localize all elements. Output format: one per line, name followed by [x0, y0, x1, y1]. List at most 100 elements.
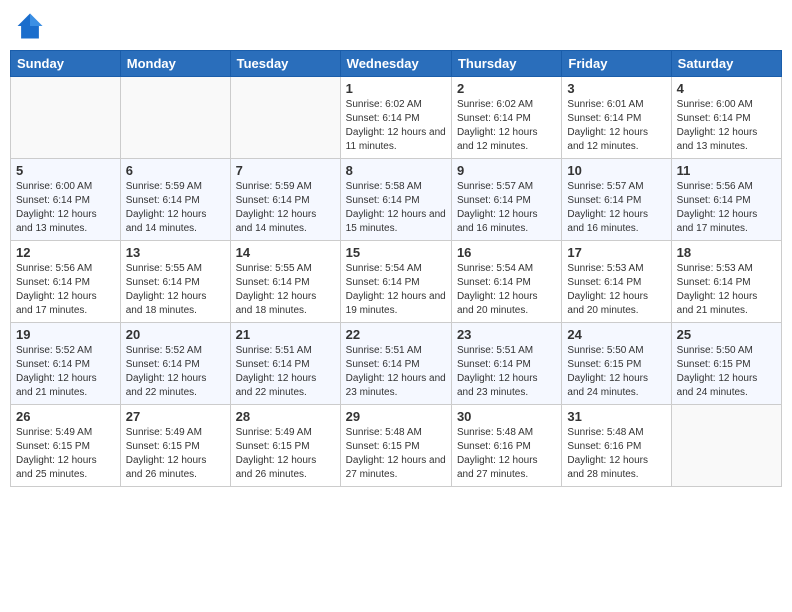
calendar-cell: 13 Sunrise: 5:55 AM Sunset: 6:14 PM Dayli…: [120, 241, 230, 323]
calendar-cell: 9 Sunrise: 5:57 AM Sunset: 6:14 PM Daylig…: [451, 159, 561, 241]
day-number: 7: [236, 163, 335, 178]
calendar-cell: 27Sunrise: 5:49 AM Sunset: 6:15 PM Dayli…: [120, 405, 230, 487]
calendar-cell: 28 Sunrise: 5:49 AM Sunset: 6:15 PM Dayli…: [230, 405, 340, 487]
calendar-week-3: 12 Sunrise: 5:56 AM Sunset: 6:14 PM Dayli…: [11, 241, 782, 323]
calendar-week-2: 5 Sunrise: 6:00 AM Sunset: 6:14 PM Daylig…: [11, 159, 782, 241]
day-info: Sunrise: 5:48 AM Sunset: 6:16 PM Dayligh…: [457, 426, 556, 482]
day-info: Sunrise: 5:50 AM Sunset: 6:15 PM Dayligh…: [567, 344, 665, 400]
day-info: Sunrise: 5:55 AM Sunset: 6:14 PM Dayligh…: [126, 262, 225, 318]
day-info: Sunrise: 5:54 AM Sunset: 6:14 PM Dayligh…: [457, 262, 556, 318]
calendar-cell: [120, 77, 230, 159]
day-number: 11: [677, 163, 776, 178]
day-info: Sunrise: 5:54 AM Sunset: 6:14 PM Dayligh…: [346, 262, 446, 318]
day-number: 29: [346, 409, 446, 424]
calendar-cell: 7 Sunrise: 5:59 AM Sunset: 6:14 PM Daylig…: [230, 159, 340, 241]
day-header-tuesday: Tuesday: [230, 51, 340, 77]
day-info: Sunrise: 5:50 AM Sunset: 6:15 PM Dayligh…: [677, 344, 776, 400]
calendar-cell: 25Sunrise: 5:50 AM Sunset: 6:15 PM Dayli…: [671, 323, 781, 405]
day-info: Sunrise: 5:57 AM Sunset: 6:14 PM Dayligh…: [567, 180, 665, 236]
calendar-cell: 3 Sunrise: 6:01 AM Sunset: 6:14 PM Daylig…: [562, 77, 671, 159]
day-number: 3: [567, 81, 665, 96]
day-header-friday: Friday: [562, 51, 671, 77]
day-number: 28: [236, 409, 335, 424]
calendar-cell: 8 Sunrise: 5:58 AM Sunset: 6:14 PM Daylig…: [340, 159, 451, 241]
calendar-cell: 30 Sunrise: 5:48 AM Sunset: 6:16 PM Dayli…: [451, 405, 561, 487]
day-info: Sunrise: 5:59 AM Sunset: 6:14 PM Dayligh…: [126, 180, 225, 236]
day-number: 19: [16, 327, 115, 342]
calendar-cell: 2Sunrise: 6:02 AM Sunset: 6:14 PM Daylig…: [451, 77, 561, 159]
day-number: 8: [346, 163, 446, 178]
day-number: 17: [567, 245, 665, 260]
day-number: 20: [126, 327, 225, 342]
day-number: 18: [677, 245, 776, 260]
logo-icon: [14, 10, 46, 42]
day-info: Sunrise: 6:01 AM Sunset: 6:14 PM Dayligh…: [567, 98, 665, 154]
calendar-week-4: 19Sunrise: 5:52 AM Sunset: 6:14 PM Dayli…: [11, 323, 782, 405]
calendar-cell: 18 Sunrise: 5:53 AM Sunset: 6:14 PM Dayli…: [671, 241, 781, 323]
day-number: 10: [567, 163, 665, 178]
calendar-cell: 14 Sunrise: 5:55 AM Sunset: 6:14 PM Dayli…: [230, 241, 340, 323]
calendar-cell: 29Sunrise: 5:48 AM Sunset: 6:15 PM Dayli…: [340, 405, 451, 487]
day-number: 9: [457, 163, 556, 178]
logo: [14, 10, 50, 42]
calendar-cell: [230, 77, 340, 159]
calendar-week-5: 26 Sunrise: 5:49 AM Sunset: 6:15 PM Dayli…: [11, 405, 782, 487]
day-header-saturday: Saturday: [671, 51, 781, 77]
calendar-cell: 20Sunrise: 5:52 AM Sunset: 6:14 PM Dayli…: [120, 323, 230, 405]
day-number: 31: [567, 409, 665, 424]
calendar-cell: 26 Sunrise: 5:49 AM Sunset: 6:15 PM Dayli…: [11, 405, 121, 487]
calendar-cell: 16 Sunrise: 5:54 AM Sunset: 6:14 PM Dayli…: [451, 241, 561, 323]
day-info: Sunrise: 5:55 AM Sunset: 6:14 PM Dayligh…: [236, 262, 335, 318]
calendar-cell: 4Sunrise: 6:00 AM Sunset: 6:14 PM Daylig…: [671, 77, 781, 159]
day-number: 15: [346, 245, 446, 260]
day-number: 22: [346, 327, 446, 342]
calendar-header-row: SundayMondayTuesdayWednesdayThursdayFrid…: [11, 51, 782, 77]
calendar-cell: 15 Sunrise: 5:54 AM Sunset: 6:14 PM Dayli…: [340, 241, 451, 323]
day-info: Sunrise: 5:56 AM Sunset: 6:14 PM Dayligh…: [16, 262, 115, 318]
day-header-wednesday: Wednesday: [340, 51, 451, 77]
day-number: 12: [16, 245, 115, 260]
day-info: Sunrise: 5:49 AM Sunset: 6:15 PM Dayligh…: [126, 426, 225, 482]
day-info: Sunrise: 5:58 AM Sunset: 6:14 PM Dayligh…: [346, 180, 446, 236]
day-number: 16: [457, 245, 556, 260]
calendar-cell: 5 Sunrise: 6:00 AM Sunset: 6:14 PM Daylig…: [11, 159, 121, 241]
day-number: 23: [457, 327, 556, 342]
day-number: 14: [236, 245, 335, 260]
day-info: Sunrise: 5:51 AM Sunset: 6:14 PM Dayligh…: [236, 344, 335, 400]
day-number: 2: [457, 81, 556, 96]
calendar-cell: 24Sunrise: 5:50 AM Sunset: 6:15 PM Dayli…: [562, 323, 671, 405]
calendar-cell: 12 Sunrise: 5:56 AM Sunset: 6:14 PM Dayli…: [11, 241, 121, 323]
day-number: 13: [126, 245, 225, 260]
day-info: Sunrise: 5:57 AM Sunset: 6:14 PM Dayligh…: [457, 180, 556, 236]
day-info: Sunrise: 5:59 AM Sunset: 6:14 PM Dayligh…: [236, 180, 335, 236]
day-number: 21: [236, 327, 335, 342]
day-info: Sunrise: 5:49 AM Sunset: 6:15 PM Dayligh…: [16, 426, 115, 482]
day-info: Sunrise: 5:49 AM Sunset: 6:15 PM Dayligh…: [236, 426, 335, 482]
calendar-week-1: 1Sunrise: 6:02 AM Sunset: 6:14 PM Daylig…: [11, 77, 782, 159]
calendar-cell: 31 Sunrise: 5:48 AM Sunset: 6:16 PM Dayli…: [562, 405, 671, 487]
calendar-table: SundayMondayTuesdayWednesdayThursdayFrid…: [10, 50, 782, 487]
calendar-cell: [11, 77, 121, 159]
calendar-cell: 1Sunrise: 6:02 AM Sunset: 6:14 PM Daylig…: [340, 77, 451, 159]
day-number: 26: [16, 409, 115, 424]
day-number: 5: [16, 163, 115, 178]
day-header-sunday: Sunday: [11, 51, 121, 77]
calendar-cell: 22 Sunrise: 5:51 AM Sunset: 6:14 PM Dayli…: [340, 323, 451, 405]
day-header-monday: Monday: [120, 51, 230, 77]
page-header: [10, 10, 782, 42]
calendar-cell: 17 Sunrise: 5:53 AM Sunset: 6:14 PM Dayli…: [562, 241, 671, 323]
calendar-body: 1Sunrise: 6:02 AM Sunset: 6:14 PM Daylig…: [11, 77, 782, 487]
day-number: 6: [126, 163, 225, 178]
day-number: 30: [457, 409, 556, 424]
day-info: Sunrise: 5:51 AM Sunset: 6:14 PM Dayligh…: [346, 344, 446, 400]
day-info: Sunrise: 5:53 AM Sunset: 6:14 PM Dayligh…: [677, 262, 776, 318]
day-info: Sunrise: 6:00 AM Sunset: 6:14 PM Dayligh…: [16, 180, 115, 236]
day-info: Sunrise: 5:56 AM Sunset: 6:14 PM Dayligh…: [677, 180, 776, 236]
day-info: Sunrise: 5:48 AM Sunset: 6:16 PM Dayligh…: [567, 426, 665, 482]
day-header-thursday: Thursday: [451, 51, 561, 77]
calendar-cell: [671, 405, 781, 487]
day-info: Sunrise: 5:53 AM Sunset: 6:14 PM Dayligh…: [567, 262, 665, 318]
calendar-cell: 21 Sunrise: 5:51 AM Sunset: 6:14 PM Dayli…: [230, 323, 340, 405]
day-info: Sunrise: 5:51 AM Sunset: 6:14 PM Dayligh…: [457, 344, 556, 400]
day-number: 1: [346, 81, 446, 96]
